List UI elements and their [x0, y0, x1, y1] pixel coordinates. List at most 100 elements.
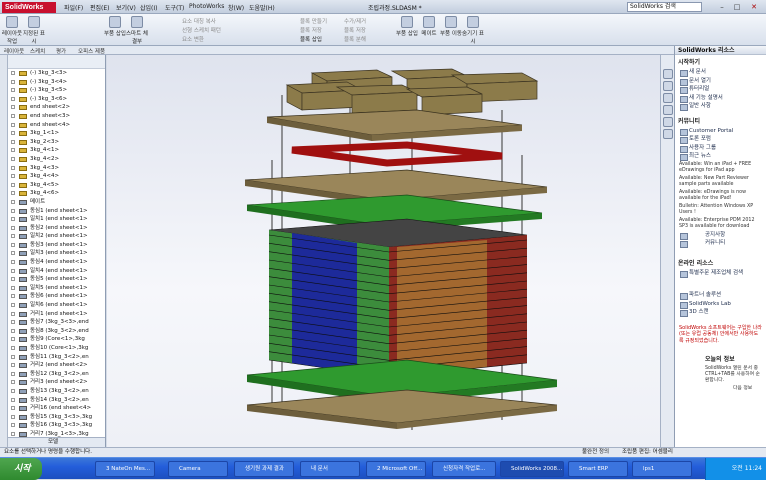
- expand-icon[interactable]: [11, 260, 15, 265]
- mirror-item[interactable]: 요소 대칭 복사: [182, 17, 216, 25]
- tree-item[interactable]: end sheet<4>: [8, 121, 105, 130]
- notices-link[interactable]: 공지사항: [675, 231, 766, 239]
- make-block-item[interactable]: 블록 만들기: [300, 17, 327, 25]
- tab-office[interactable]: 오피스 제품: [78, 47, 105, 55]
- feature-manager-tree[interactable]: (-) 3kg_3<3> (-) 3kg_3<4> (-) 3kg_3<5> (-) …: [8, 55, 106, 447]
- insert-part-button[interactable]: 부품 삽입: [396, 16, 418, 37]
- tree-item[interactable]: 거리1 (end sheet<1>: [8, 310, 105, 319]
- taskbar-item-my-documents[interactable]: 내 문서: [300, 461, 360, 477]
- expand-icon[interactable]: [11, 320, 15, 325]
- menu-tools[interactable]: 도구(T): [165, 3, 184, 12]
- expand-icon[interactable]: [11, 371, 15, 376]
- news-item[interactable]: Available: eDrawings is now available fo…: [675, 189, 766, 203]
- forum-link[interactable]: 토론 포럼: [675, 135, 766, 144]
- tree-item[interactable]: 메이트: [8, 198, 105, 207]
- news-item[interactable]: Available: Win an iPad + FREE eDrawings …: [675, 161, 766, 175]
- tree-item[interactable]: 3kg_1<1>: [8, 129, 105, 138]
- expand-icon[interactable]: [11, 165, 15, 170]
- insert-component-button[interactable]: 부품 삽입: [104, 16, 126, 37]
- tree-item[interactable]: 동심3 (end sheet<1>: [8, 241, 105, 250]
- tree-item[interactable]: 동심8 (3kg_3<2>,end: [8, 327, 105, 336]
- menu-edit[interactable]: 편집(E): [90, 3, 110, 12]
- graphics-area[interactable]: [107, 55, 660, 447]
- save-block-2-item[interactable]: 블록 저장: [344, 26, 366, 34]
- expand-icon[interactable]: [11, 380, 15, 385]
- menu-photoworks[interactable]: PhotoWorks: [189, 3, 224, 10]
- tree-item[interactable]: 3kg_4<4>: [8, 172, 105, 181]
- expand-icon[interactable]: [11, 122, 15, 127]
- expand-icon[interactable]: [11, 88, 15, 93]
- tree-item[interactable]: 동심1 (end sheet<1>: [8, 207, 105, 216]
- assembly-model[interactable]: [107, 55, 660, 447]
- tree-item[interactable]: 동심15 (3kg_3<3>,3kg: [8, 413, 105, 422]
- minimize-icon[interactable]: –: [716, 2, 728, 12]
- show-hide-button[interactable]: 숨기기 표시: [462, 16, 484, 45]
- taskbar-item-solidworks[interactable]: SolidWorks 2008...: [500, 461, 564, 477]
- tree-item[interactable]: 동심13 (3kg_3<2>,en: [8, 387, 105, 396]
- expand-icon[interactable]: [11, 406, 15, 411]
- expand-icon[interactable]: [11, 397, 15, 402]
- tree-item[interactable]: 일치4 (end sheet<1>: [8, 267, 105, 276]
- general-link[interactable]: 일반 사항: [675, 102, 766, 111]
- expand-icon[interactable]: [11, 285, 15, 290]
- menu-help[interactable]: 도움말(H): [249, 3, 275, 12]
- tab-evaluate[interactable]: 평가: [56, 47, 66, 55]
- tree-item[interactable]: 일치5 (end sheet<1>: [8, 284, 105, 293]
- tree-item[interactable]: 동심5 (end sheet<1>: [8, 275, 105, 284]
- tree-item[interactable]: end sheet<3>: [8, 112, 105, 121]
- taskbar-item-office[interactable]: 2 Microsoft Off...: [366, 461, 426, 477]
- news-item[interactable]: Available: New Part Reviewer sample part…: [675, 175, 766, 189]
- file-explorer-icon[interactable]: [663, 93, 673, 103]
- expand-icon[interactable]: [11, 113, 15, 118]
- save-block-item[interactable]: 블록 저장: [300, 26, 322, 34]
- linear-pattern-item[interactable]: 선형 스케치 패턴: [182, 26, 221, 34]
- solidworks-lab-link[interactable]: SolidWorks Lab: [675, 300, 766, 308]
- tree-item[interactable]: 3kg_4<3>: [8, 164, 105, 173]
- tree-item[interactable]: 동심7 (3kg_3<3>,end: [8, 318, 105, 327]
- expand-icon[interactable]: [11, 328, 15, 333]
- maximize-icon[interactable]: □: [731, 2, 743, 12]
- taskbar-item-application[interactable]: 신청자격 작업로...: [432, 461, 496, 477]
- next-tip-link[interactable]: 다음 정보: [675, 385, 766, 393]
- mate-button[interactable]: 메이트: [418, 16, 440, 37]
- smart-fastener-button[interactable]: 스마트 체결부: [126, 16, 148, 45]
- expand-icon[interactable]: [11, 277, 15, 282]
- tree-item[interactable]: 동심11 (3kg_3<2>,en: [8, 353, 105, 362]
- search-input[interactable]: SolidWorks 검색: [627, 2, 702, 12]
- tree-item[interactable]: 일치1 (end sheet<1>: [8, 215, 105, 224]
- expand-icon[interactable]: [11, 388, 15, 393]
- tree-item[interactable]: end sheet<2>: [8, 103, 105, 112]
- model-tab[interactable]: 모델: [8, 437, 105, 447]
- tutorial-link[interactable]: 튜터리얼: [675, 85, 766, 94]
- tree-item[interactable]: 3kg_4<1>: [8, 146, 105, 155]
- 3d-scan-link[interactable]: 3D 스캔: [675, 308, 766, 317]
- user-group-link[interactable]: 사용자 그룹: [675, 144, 766, 152]
- expand-icon[interactable]: [11, 354, 15, 359]
- partner-solutions-link[interactable]: 파트너 솔루션: [675, 291, 766, 300]
- tree-item[interactable]: 동심10 (Core<1>,3kg: [8, 344, 105, 353]
- tree-item[interactable]: 3kg_4<2>: [8, 155, 105, 164]
- expand-icon[interactable]: [11, 79, 15, 84]
- tree-item[interactable]: 거리3 (end sheet<2>: [8, 378, 105, 387]
- search-results-icon[interactable]: [663, 105, 673, 115]
- tree-item[interactable]: 동심2 (end sheet<1>: [8, 224, 105, 233]
- expand-icon[interactable]: [11, 346, 15, 350]
- expand-icon[interactable]: [11, 251, 15, 256]
- tree-item[interactable]: 동심12 (3kg_3<2>,en: [8, 370, 105, 379]
- taskbar-item-nateon[interactable]: 3 NateOn Mes...: [95, 461, 155, 477]
- expand-icon[interactable]: [11, 303, 15, 308]
- expand-icon[interactable]: [11, 414, 15, 419]
- close-icon[interactable]: ✕: [748, 2, 760, 12]
- home-icon[interactable]: [663, 69, 673, 79]
- expand-icon[interactable]: [11, 311, 15, 316]
- tab-layout[interactable]: 레이아웃: [4, 47, 24, 55]
- taskbar-item-results[interactable]: 생기원 과제 결과: [234, 461, 294, 477]
- clock[interactable]: 오전 11:24: [732, 465, 762, 472]
- tree-item[interactable]: (-) 3kg_3<3>: [8, 69, 105, 78]
- customer-portal-link[interactable]: Customer Portal: [675, 127, 766, 135]
- tree-item[interactable]: 동심9 (Core<1>,3kg: [8, 335, 105, 344]
- expand-icon[interactable]: [11, 156, 15, 161]
- taskbar-item-camera[interactable]: Camera: [168, 461, 228, 477]
- expand-icon[interactable]: [11, 105, 15, 110]
- expand-icon[interactable]: [11, 174, 15, 179]
